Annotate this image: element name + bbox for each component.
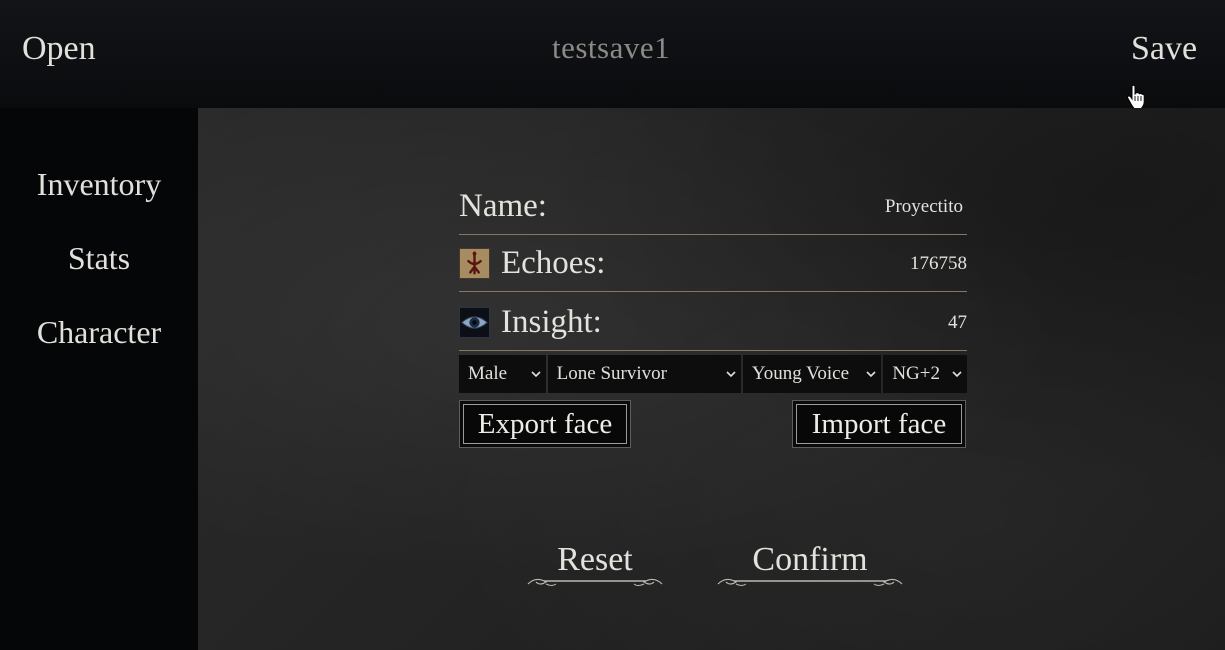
reset-button[interactable]: Reset [524, 540, 666, 588]
import-face-button[interactable]: Import face [792, 400, 966, 448]
sidebar-item-stats[interactable]: Stats [0, 240, 198, 277]
save-button[interactable]: Save [1131, 30, 1197, 68]
chevron-down-icon [726, 371, 736, 378]
chevron-down-icon [952, 371, 962, 378]
voice-select-value: Young Voice [751, 363, 850, 384]
echoes-value[interactable]: 176758 [910, 253, 967, 275]
origin-select-value: Lone Survivor [556, 363, 667, 384]
open-button[interactable]: Open [22, 30, 96, 68]
character-selects: Male Lone Survivor Young Voice NG+2 [459, 355, 967, 393]
gender-select[interactable]: Male [459, 355, 546, 393]
new-game-plus-select[interactable]: NG+2 [883, 355, 967, 393]
insight-label: Insight: [501, 304, 602, 340]
name-row: Name: Proyectito [459, 176, 967, 235]
insight-row: Insight: 47 [459, 292, 967, 351]
export-face-button[interactable]: Export face [459, 400, 631, 448]
sidebar-item-inventory[interactable]: Inventory [0, 166, 198, 203]
blood-echoes-icon [459, 248, 490, 279]
new-game-plus-select-value: NG+2 [892, 363, 940, 384]
hand-cursor-icon [1127, 84, 1144, 109]
gender-select-value: Male [468, 363, 508, 384]
echoes-label: Echoes: [501, 245, 606, 281]
sidebar: Inventory Stats Character [0, 108, 198, 650]
confirm-button[interactable]: Confirm [714, 540, 906, 588]
echoes-row: Echoes: 176758 [459, 233, 967, 292]
save-file-title: testsave1 [552, 30, 671, 65]
voice-select[interactable]: Young Voice [742, 355, 882, 393]
top-bar: Open testsave1 Save [0, 0, 1225, 109]
origin-select[interactable]: Lone Survivor [547, 355, 741, 393]
eye-icon [459, 307, 490, 338]
insight-value[interactable]: 47 [948, 312, 967, 334]
name-label: Name: [459, 188, 547, 224]
name-value[interactable]: Proyectito [885, 196, 963, 218]
sidebar-item-character[interactable]: Character [0, 314, 198, 351]
chevron-down-icon [866, 371, 876, 378]
chevron-down-icon [531, 371, 541, 378]
